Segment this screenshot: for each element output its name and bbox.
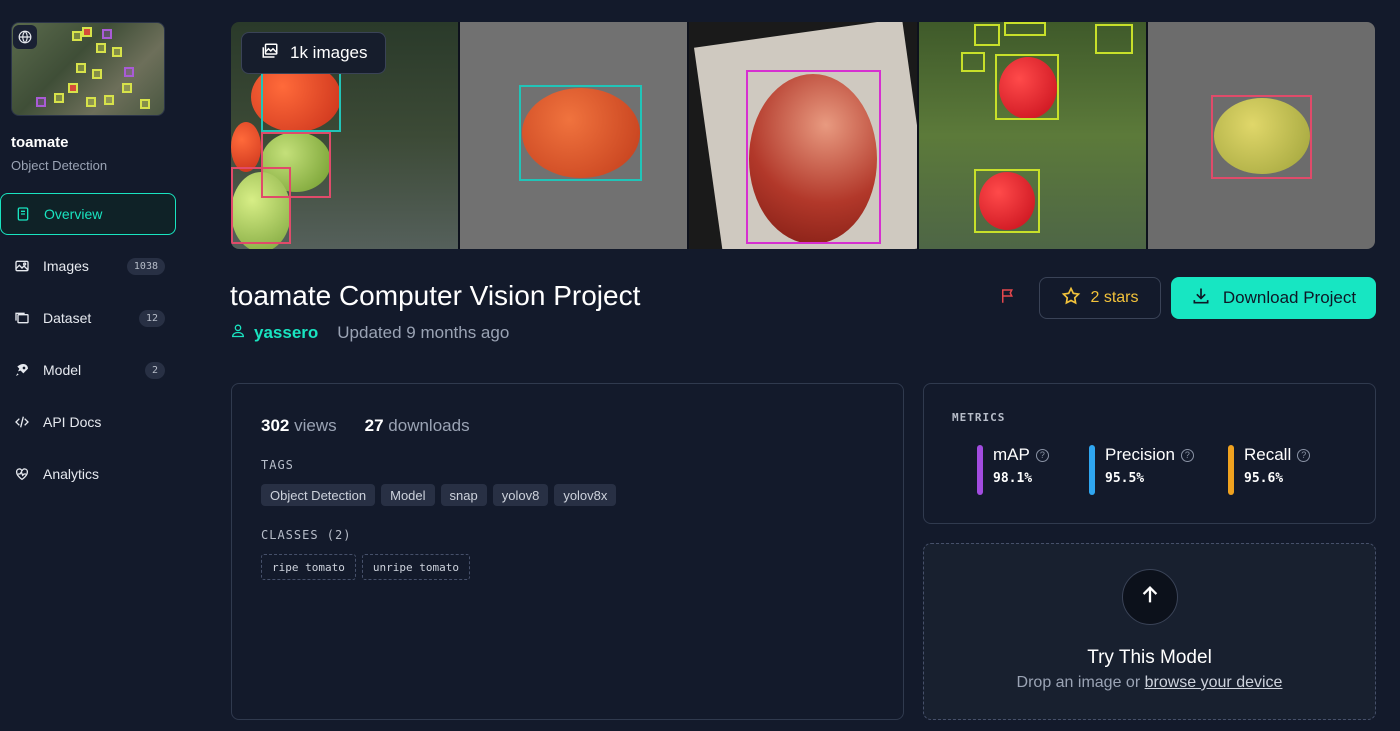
gallery-icon	[260, 42, 280, 65]
download-label: Download Project	[1222, 288, 1357, 307]
metrics-heading: METRICS	[952, 411, 1006, 424]
sidebar-item-label: Analytics	[43, 466, 100, 482]
classes-list: ripe tomato unripe tomato	[261, 554, 470, 580]
metric-recall: Recall? 95.6%	[1228, 445, 1311, 495]
images-count-chip: 1k images	[241, 32, 387, 74]
download-icon	[1191, 286, 1211, 311]
try-model-dropzone[interactable]: Try This Model Drop an image or browse y…	[923, 543, 1376, 720]
metrics-card: METRICS mAP? 98.1% Precision? 95.5% Reca…	[923, 383, 1376, 524]
gallery-image[interactable]	[689, 22, 917, 249]
help-icon[interactable]: ?	[1035, 448, 1049, 462]
updated-time: Updated 9 months ago	[337, 323, 510, 342]
tag-chip[interactable]: snap	[440, 484, 487, 506]
model-count-badge: 2	[144, 361, 165, 379]
try-model-title: Try This Model	[1087, 647, 1212, 668]
book-icon	[13, 204, 33, 224]
flag-icon	[999, 287, 1017, 310]
page-title: toamate Computer Vision Project	[230, 280, 641, 311]
metric-color-bar	[1089, 445, 1095, 495]
metric-value: 95.6%	[1244, 471, 1284, 486]
metric-value: 95.5%	[1105, 471, 1145, 486]
rocket-icon	[12, 360, 32, 380]
sidebar-item-overview[interactable]: Overview	[0, 193, 176, 235]
project-stats: 302 views 27 downloads	[261, 416, 470, 436]
tag-chip[interactable]: yolov8x	[554, 484, 617, 506]
tag-chip[interactable]: Object Detection	[261, 484, 376, 506]
sidebar-item-model[interactable]: Model 2	[0, 349, 176, 391]
code-icon	[12, 412, 32, 432]
sidebar-item-label: Model	[43, 362, 82, 378]
tags-list: Object Detection Model snap yolov8 yolov…	[261, 484, 617, 506]
metric-color-bar	[977, 445, 983, 495]
gallery-image[interactable]	[918, 22, 1146, 249]
class-chip[interactable]: unripe tomato	[361, 554, 470, 580]
upload-button[interactable]	[1122, 569, 1178, 625]
sidebar-item-api-docs[interactable]: API Docs	[0, 401, 176, 443]
browse-device-link[interactable]: browse your device	[1145, 674, 1283, 691]
images-count-badge: 1038	[126, 257, 165, 275]
metric-value: 98.1%	[993, 471, 1033, 486]
try-model-subtitle: Drop an image or browse your device	[1016, 674, 1283, 691]
sidebar-item-label: Dataset	[43, 310, 92, 326]
globe-icon	[13, 25, 37, 49]
class-chip[interactable]: ripe tomato	[261, 554, 356, 580]
tag-chip[interactable]: Model	[381, 484, 435, 506]
metric-map: mAP? 98.1%	[977, 445, 1049, 495]
author-link[interactable]: yassero	[254, 323, 318, 343]
user-icon	[230, 322, 246, 344]
classes-heading: CLASSES (2)	[261, 528, 352, 542]
tags-heading: TAGS	[261, 458, 294, 472]
project-name: toamate	[11, 134, 69, 151]
help-icon[interactable]: ?	[1180, 448, 1194, 462]
metric-color-bar	[1228, 445, 1234, 495]
sidebar-item-label: Overview	[44, 206, 103, 222]
views-stat: 302 views	[261, 416, 337, 435]
star-button[interactable]: 2 stars	[1039, 277, 1161, 319]
gallery-image[interactable]	[460, 22, 688, 249]
sidebar-item-label: Images	[43, 258, 89, 274]
sidebar-item-label: API Docs	[43, 414, 102, 430]
tag-chip[interactable]: yolov8	[492, 484, 549, 506]
gallery-image[interactable]	[1147, 22, 1375, 249]
folders-icon	[12, 308, 32, 328]
heart-pulse-icon	[12, 464, 32, 484]
help-icon[interactable]: ?	[1297, 448, 1311, 462]
project-type: Object Detection	[11, 158, 108, 173]
dataset-count-badge: 12	[138, 309, 165, 327]
image-gallery[interactable]	[231, 22, 1375, 249]
sidebar: toamate Object Detection Overview Images…	[0, 0, 190, 731]
project-info-card: 302 views 27 downloads TAGS Object Detec…	[231, 383, 904, 720]
stars-label: 2 stars	[1090, 289, 1139, 306]
sidebar-item-images[interactable]: Images 1038	[0, 245, 176, 287]
images-count-label: 1k images	[290, 43, 368, 62]
star-icon	[1061, 286, 1081, 311]
downloads-stat: 27 downloads	[364, 416, 470, 435]
image-icon	[12, 256, 32, 276]
metric-precision: Precision? 95.5%	[1089, 445, 1194, 495]
download-project-button[interactable]: Download Project	[1171, 277, 1376, 319]
sidebar-item-dataset[interactable]: Dataset 12	[0, 297, 176, 339]
sidebar-item-analytics[interactable]: Analytics	[0, 453, 176, 495]
report-button[interactable]	[992, 285, 1024, 311]
arrow-up-icon	[1139, 584, 1161, 611]
project-meta: yassero Updated 9 months ago	[230, 322, 509, 344]
